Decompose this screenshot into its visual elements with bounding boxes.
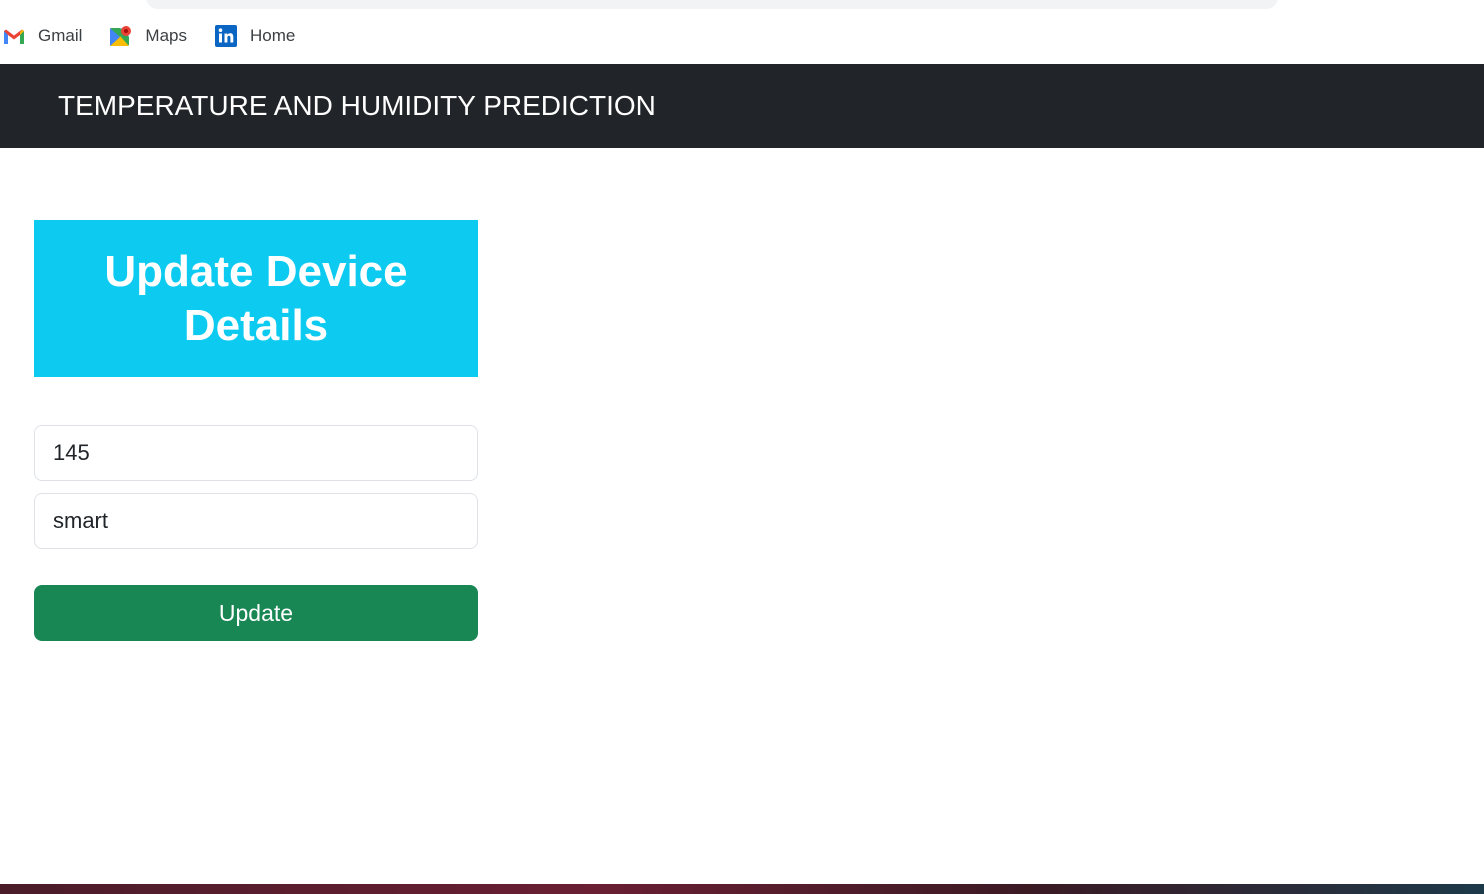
- page: Gmail Maps Home TEMPERATURE AND HUMIDITY…: [0, 0, 1484, 894]
- bookmarks-bar: Gmail Maps Home: [0, 10, 1484, 62]
- update-button[interactable]: Update: [34, 585, 478, 641]
- bookmark-maps[interactable]: Maps: [105, 20, 191, 52]
- navbar: TEMPERATURE AND HUMIDITY PREDICTION: [0, 64, 1484, 148]
- device-name-input[interactable]: [34, 493, 478, 549]
- bookmark-label: Maps: [145, 26, 187, 45]
- address-bar[interactable]: [146, 0, 1278, 9]
- gmail-icon: [2, 24, 26, 48]
- linkedin-icon: [214, 24, 238, 48]
- form-title: Update Device Details: [104, 246, 408, 350]
- bookmark-gmail[interactable]: Gmail: [0, 20, 86, 52]
- device-id-input[interactable]: [34, 425, 478, 481]
- form-header: Update Device Details: [34, 220, 478, 377]
- bookmark-label: Gmail: [38, 26, 83, 45]
- taskbar: [0, 884, 1484, 894]
- maps-icon: [109, 24, 133, 48]
- update-device-form: Update Device Details Update: [34, 220, 478, 641]
- bookmark-home[interactable]: Home: [210, 20, 299, 52]
- bookmark-label: Home: [249, 26, 296, 45]
- navbar-brand[interactable]: TEMPERATURE AND HUMIDITY PREDICTION: [58, 90, 656, 122]
